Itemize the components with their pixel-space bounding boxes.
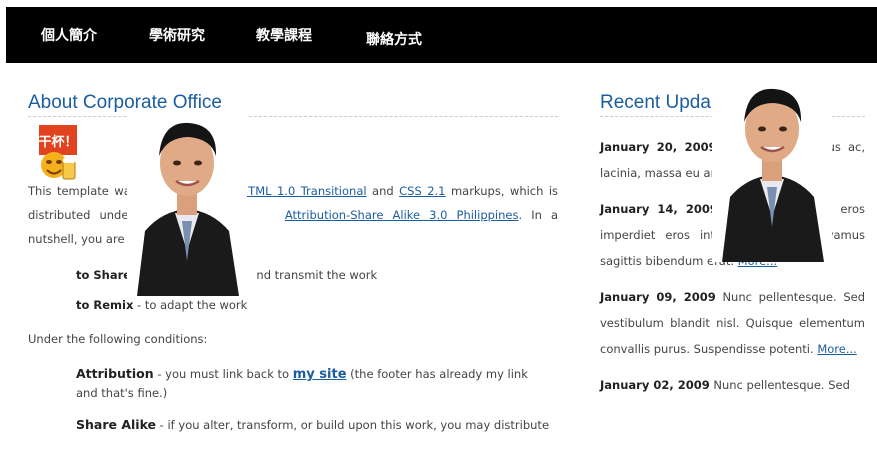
intro-text-start: This template wa bbox=[28, 184, 131, 198]
attribution-label: Attribution bbox=[76, 366, 154, 381]
sticker-text: 干杯！ bbox=[39, 134, 77, 150]
css-link[interactable]: CSS 2.1 bbox=[399, 184, 445, 198]
main-body: This template wa XHTML 1.0 Transitional … bbox=[28, 179, 558, 437]
remix-label: to Remix bbox=[76, 298, 134, 312]
entry-text: Nunc pellentesque. Sed bbox=[713, 378, 850, 392]
entry-date: January 14, 2009 bbox=[600, 202, 718, 216]
nav-item-research[interactable]: 學術研究 bbox=[149, 25, 205, 45]
more-link[interactable]: More... bbox=[817, 342, 856, 356]
intro-paragraph: This template wa XHTML 1.0 Transitional … bbox=[28, 179, 558, 251]
entry-date: January 09, 2009 bbox=[600, 290, 716, 304]
sharealike-item: Share Alike - if you alter, transform, o… bbox=[28, 413, 558, 437]
nav-item-teaching[interactable]: 教學課程 bbox=[256, 25, 312, 45]
main-content: About Corporate Office This template wa … bbox=[28, 90, 558, 459]
remix-item: to Remix - to adapt the work bbox=[28, 293, 558, 317]
xhtml-link[interactable]: XHTML 1.0 Transitional bbox=[232, 184, 367, 198]
update-entry: January 02, 2009 Nunc pellentesque. Sed bbox=[600, 372, 865, 398]
person-photo-icon bbox=[712, 77, 832, 262]
share-text: nd transmit the work bbox=[256, 268, 378, 282]
sharealike-label: Share Alike bbox=[76, 417, 157, 432]
intro-text-and: and bbox=[372, 184, 394, 198]
nav-item-profile[interactable]: 個人簡介 bbox=[41, 25, 97, 45]
entry-date: January 02, 2009 bbox=[600, 378, 710, 392]
entry-date: January 20, 2009 bbox=[600, 140, 717, 154]
share-item: to Share nd transmit the work bbox=[28, 263, 558, 287]
share-label: to Share bbox=[76, 268, 132, 282]
update-entry: January 09, 2009 Nunc pellentesque. Sed … bbox=[600, 284, 865, 362]
cheers-sticker-icon: 干杯！ bbox=[39, 125, 77, 183]
conditions-intro: Under the following conditions: bbox=[28, 332, 208, 346]
remix-text: - to adapt the work bbox=[133, 298, 248, 312]
sharealike-text: - if you alter, transform, or build upon… bbox=[156, 418, 550, 432]
my-site-link[interactable]: my site bbox=[293, 367, 347, 382]
attribution-item: Attribution - you must link back to my s… bbox=[28, 364, 558, 403]
license-link[interactable]: Attribution-Share Alike 3.0 Philippines bbox=[285, 208, 519, 222]
attribution-text: - you must link back to bbox=[153, 367, 293, 381]
nav-item-contact[interactable]: 聯絡方式 bbox=[366, 29, 422, 49]
page-title: About Corporate Office bbox=[28, 90, 558, 117]
top-nav: 個人簡介 學術研究 教學課程 聯絡方式 bbox=[6, 7, 877, 63]
person-photo-icon bbox=[127, 111, 247, 296]
